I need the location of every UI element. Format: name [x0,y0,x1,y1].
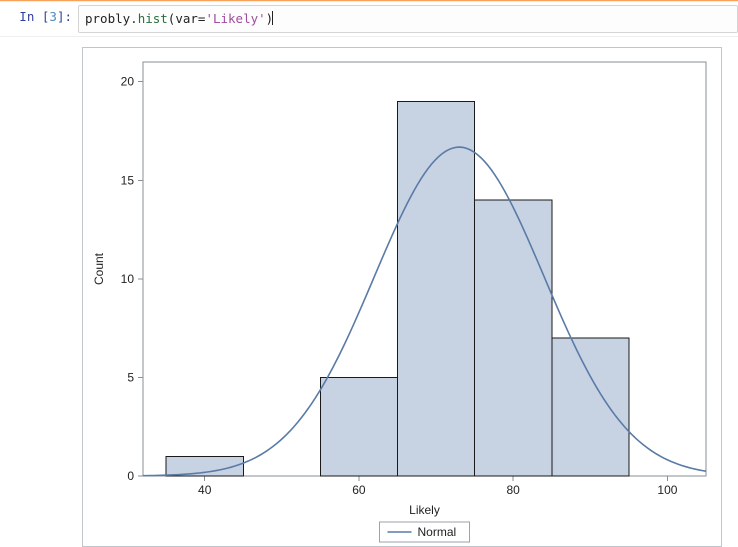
y-tick-label: 20 [121,74,135,88]
histogram-bar [475,200,552,476]
x-tick-label: 40 [198,483,212,497]
prompt-number: 3 [49,9,57,24]
output-area: 0 5 10 15 20 40 60 80 100 Count Likely Normal [0,37,738,547]
prompt-prefix: In [ [19,9,49,24]
chart-frame: 0 5 10 15 20 40 60 80 100 Count Likely Normal [82,47,722,547]
code-method: hist [138,11,168,26]
prompt-suffix: ]: [57,9,72,24]
code-cell: In [3]: probly.hist(var='Likely') [0,1,738,37]
histogram-chart: 0 5 10 15 20 40 60 80 100 Count Likely Normal [83,48,721,546]
code-input[interactable]: probly.hist(var='Likely') [78,5,738,33]
y-tick-label: 15 [121,173,135,187]
x-axis-label: Likely [409,503,440,517]
histogram-bar [398,101,475,476]
histogram-bar [320,377,397,476]
y-tick-label: 0 [127,469,134,483]
x-tick-label: 60 [352,483,366,497]
y-tick-label: 5 [127,370,134,384]
x-tick-label: 100 [657,483,677,497]
x-tick-label: 80 [507,483,521,497]
text-cursor [272,11,273,25]
input-prompt: In [3]: [0,5,78,24]
legend-label: Normal [418,525,457,539]
code-string: 'Likely' [205,11,265,26]
code-object: probly [85,11,130,26]
y-tick-label: 10 [121,271,135,285]
y-axis-label: Count [92,252,106,285]
histogram-bar [552,338,629,476]
